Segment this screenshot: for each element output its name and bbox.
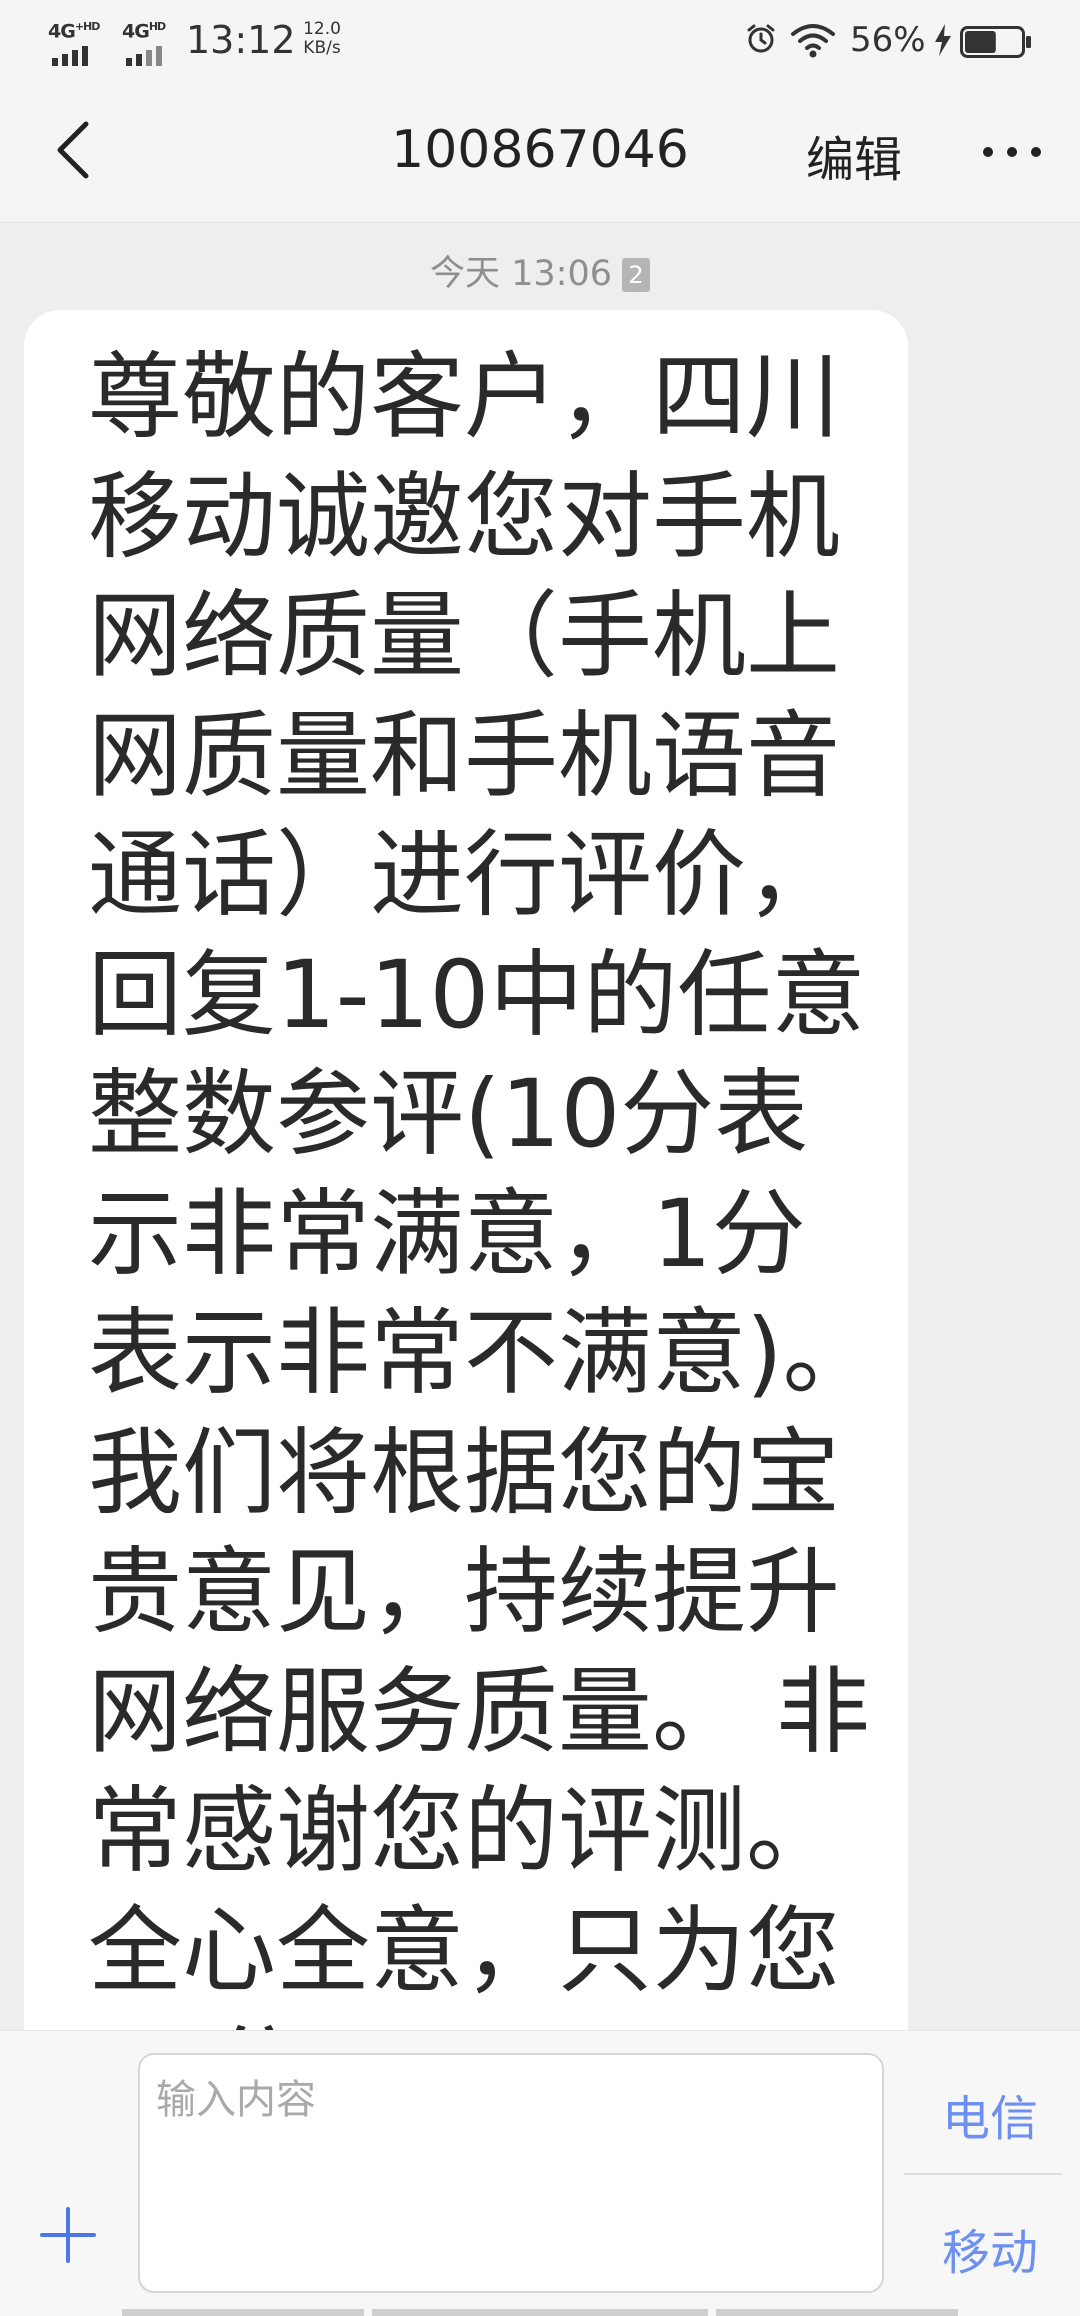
wifi-icon xyxy=(791,24,835,58)
status-time: 13:12 xyxy=(186,18,296,62)
network-type-2: 4G xyxy=(122,20,150,43)
keyboard-strip xyxy=(372,2309,708,2316)
network-suffix-1: +HD xyxy=(74,20,101,33)
net-speed: 12.0 KB/s xyxy=(296,20,348,58)
battery-level-fill xyxy=(965,31,996,53)
send-sim1-button[interactable]: 电信 xyxy=(900,2069,1080,2169)
compose-bar: 电信 移动 xyxy=(0,2030,1080,2316)
status-bar: 4G+HD 4GHD 13:12 12.0 KB/s 56% xyxy=(0,0,1080,82)
plus-icon xyxy=(40,2207,96,2263)
battery-percent: 56% xyxy=(850,20,926,60)
battery-icon xyxy=(960,26,1031,58)
message-timestamp: 今天 13:06 2 xyxy=(0,245,1080,296)
net-speed-value: 12.0 xyxy=(303,19,341,39)
messaging-screen: 4G+HD 4GHD 13:12 12.0 KB/s 56% 100867046… xyxy=(0,0,1080,2316)
more-button[interactable] xyxy=(980,130,1044,174)
edit-button[interactable]: 编辑 xyxy=(806,120,902,190)
sim-badge: 2 xyxy=(622,258,650,292)
network-type-1: 4G xyxy=(48,20,76,43)
send-sim2-button[interactable]: 移动 xyxy=(900,2203,1080,2303)
net-speed-unit: KB/s xyxy=(303,38,341,58)
charging-bolt-icon xyxy=(935,24,951,56)
keyboard-strip xyxy=(122,2309,364,2316)
sim-divider xyxy=(904,2173,1062,2175)
contact-number-title: 100867046 xyxy=(391,120,689,180)
keyboard-strip xyxy=(716,2309,958,2316)
conversation-header: 100867046 编辑 xyxy=(0,82,1080,223)
signal-icon xyxy=(126,44,170,66)
timestamp-text: 今天 13:06 xyxy=(430,254,612,294)
message-list[interactable]: 今天 13:06 2 尊敬的客户，四川移动诚邀您对手机网络质量（手机上网质量和手机… xyxy=(0,223,1080,2030)
add-attachment-button[interactable] xyxy=(36,2203,100,2267)
signal-icon xyxy=(52,44,96,66)
message-input[interactable] xyxy=(138,2053,884,2293)
back-button[interactable] xyxy=(40,114,112,186)
message-text: 尊敬的客户，四川移动诚邀您对手机网络质量（手机上网质量和手机语音通话）进行评价，… xyxy=(88,343,877,2030)
received-message-bubble[interactable]: 尊敬的客户，四川移动诚邀您对手机网络质量（手机上网质量和手机语音通话）进行评价，… xyxy=(24,310,908,2030)
more-dots-icon xyxy=(983,147,1041,157)
network-suffix-2: HD xyxy=(148,20,166,33)
alarm-icon xyxy=(747,24,775,53)
back-arrow-icon xyxy=(57,121,89,179)
